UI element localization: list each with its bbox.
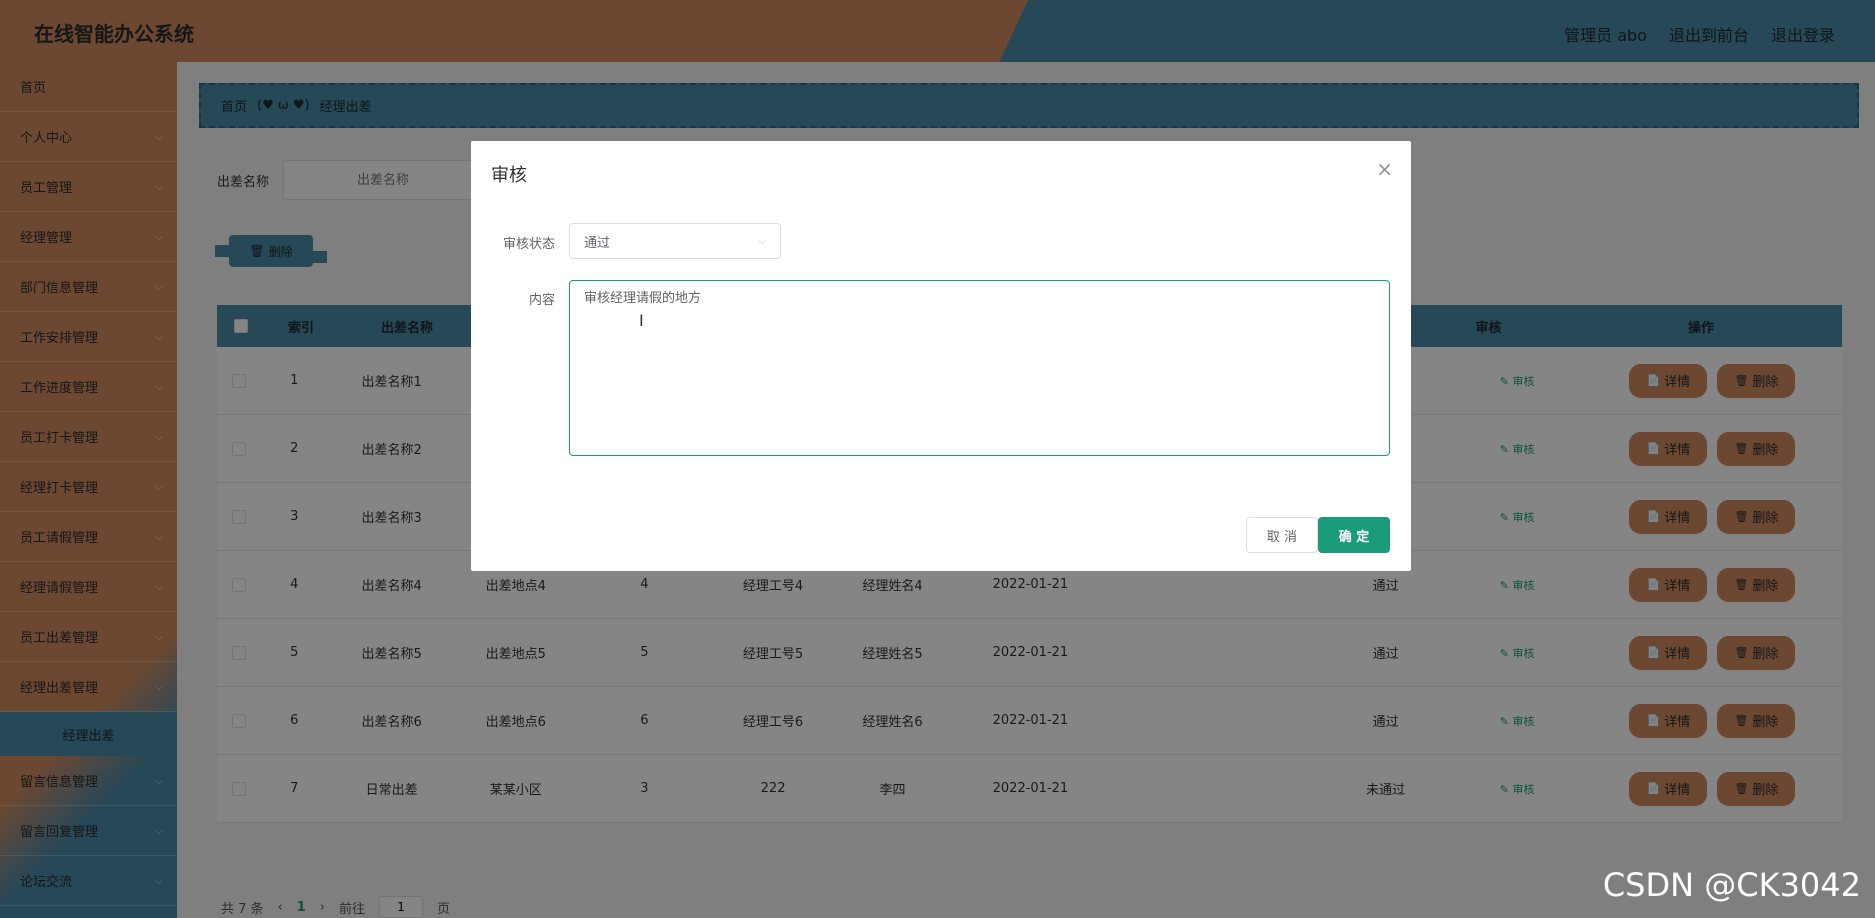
text-cursor-icon: I: [639, 311, 644, 330]
status-label: 审核状态: [503, 237, 556, 252]
dialog-title: 审核: [491, 165, 527, 186]
confirm-button[interactable]: 确 定: [1318, 517, 1390, 553]
status-select-value: 通过: [584, 235, 611, 251]
content-label: 内容: [529, 293, 556, 308]
audit-dialog: 审核 × 审核状态 通过 ⌵ 内容 I 取 消 确 定: [471, 141, 1411, 571]
close-icon[interactable]: ×: [1376, 157, 1393, 181]
content-textarea[interactable]: [569, 280, 1390, 456]
watermark: CSDN @CK3042: [1602, 866, 1861, 904]
chevron-down-icon: ⌵: [758, 235, 766, 247]
status-select[interactable]: 通过 ⌵: [569, 223, 781, 259]
cancel-button[interactable]: 取 消: [1246, 517, 1318, 553]
